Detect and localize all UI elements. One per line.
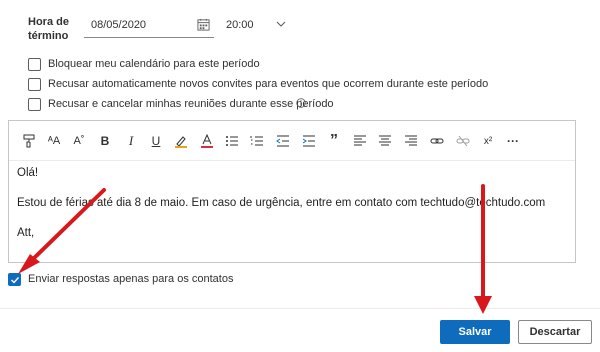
footer-divider <box>0 308 600 309</box>
end-date-field[interactable]: 08/05/2020 <box>84 14 214 38</box>
reply-contacts-label: Enviar respostas apenas para os contatos <box>28 273 234 285</box>
cancel-meetings-checkbox[interactable] <box>28 98 41 111</box>
end-time-row: Hora de término 08/05/2020 20:00 <box>0 8 600 44</box>
underline-icon[interactable]: U <box>148 133 164 149</box>
discard-button[interactable]: Descartar <box>518 320 592 344</box>
bullets-icon[interactable] <box>224 133 240 149</box>
block-calendar-label: Bloquear meu calendário para este períod… <box>48 58 260 70</box>
unlink-icon[interactable] <box>455 133 471 149</box>
chevron-down-icon[interactable] <box>276 19 286 29</box>
info-icon[interactable] <box>296 98 306 108</box>
checkmark-icon <box>11 277 20 284</box>
more-icon[interactable]: ··· <box>505 133 521 149</box>
font-color-icon[interactable] <box>199 133 215 149</box>
highlight-icon[interactable] <box>173 133 189 149</box>
cancel-meetings-label: Recusar e cancelar minhas reuniões duran… <box>48 98 334 110</box>
formatting-toolbar: ᴬA A˚ B I U ” x² ··· <box>9 121 575 161</box>
message-editor[interactable]: ᴬA A˚ B I U ” x² ··· Olá! Estou de féria… <box>8 120 576 263</box>
numbering-icon[interactable] <box>249 133 265 149</box>
reply-contacts-checkbox[interactable] <box>8 273 21 286</box>
format-painter-icon[interactable] <box>21 133 37 149</box>
end-date-value: 08/05/2020 <box>91 19 147 31</box>
option-cancel-meetings[interactable]: Recusar e cancelar minhas reuniões duran… <box>28 98 334 114</box>
superscript-icon[interactable]: x² <box>480 133 496 149</box>
decline-invites-checkbox[interactable] <box>28 78 41 91</box>
decrease-indent-icon[interactable] <box>275 133 291 149</box>
option-reply-contacts-only[interactable]: Enviar respostas apenas para os contatos <box>8 273 233 289</box>
increase-indent-icon[interactable] <box>301 133 317 149</box>
bold-icon[interactable]: B <box>97 133 113 149</box>
option-block-calendar[interactable]: Bloquear meu calendário para este períod… <box>28 58 260 74</box>
italic-icon[interactable]: I <box>123 133 139 149</box>
end-time-field[interactable]: 20:00 <box>220 14 298 38</box>
align-center-icon[interactable] <box>377 133 393 149</box>
end-time-label: Hora de término <box>28 16 69 42</box>
block-calendar-checkbox[interactable] <box>28 58 41 71</box>
calendar-icon[interactable] <box>197 18 210 31</box>
message-line-signoff: Att, <box>17 227 35 239</box>
save-button[interactable]: Salvar <box>440 320 510 344</box>
option-decline-invites[interactable]: Recusar automaticamente novos convites p… <box>28 78 488 94</box>
superscript-a-icon[interactable]: A˚ <box>71 133 87 149</box>
link-icon[interactable] <box>429 133 445 149</box>
align-left-icon[interactable] <box>352 133 368 149</box>
decline-invites-label: Recusar automaticamente novos convites p… <box>48 78 489 90</box>
message-line-body: Estou de férias até dia 8 de maio. Em ca… <box>17 197 546 209</box>
font-size-icon[interactable]: ᴬA <box>46 133 62 149</box>
align-right-icon[interactable] <box>403 133 419 149</box>
end-time-value: 20:00 <box>226 19 254 31</box>
message-line-greeting: Olá! <box>17 167 39 179</box>
quote-icon[interactable]: ” <box>326 132 342 149</box>
